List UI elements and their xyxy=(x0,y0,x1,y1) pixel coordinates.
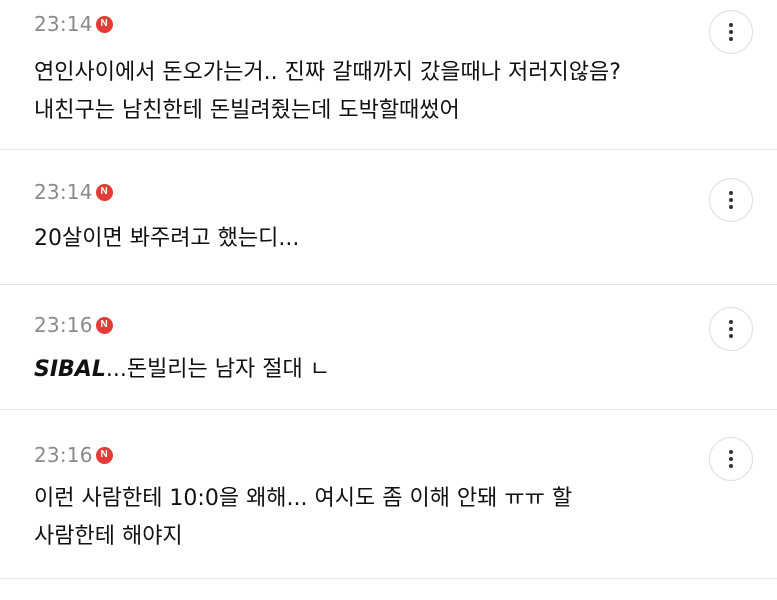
comment-text-rest: ...돈빌리는 남자 절대 ㄴ xyxy=(105,357,330,382)
more-vertical-icon xyxy=(729,191,733,209)
comment-meta: 23:16 N xyxy=(34,314,113,336)
more-vertical-icon xyxy=(729,450,733,468)
new-badge-icon: N xyxy=(95,15,113,33)
comment-text-line: 내친구는 남친한테 돈빌려줬는데 도박할때썼어 xyxy=(34,98,460,123)
comment-text-line: 20살이면 봐주려고 했는디... xyxy=(34,226,300,251)
new-badge-icon: N xyxy=(95,316,113,334)
more-options-button[interactable] xyxy=(709,10,753,54)
more-options-button[interactable] xyxy=(709,437,753,481)
comment-time: 23:16 xyxy=(34,313,93,337)
comment-text-line: 연인사이에서 돈오가는거.. 진짜 갈때까지 갔을때나 저러지않음? xyxy=(34,60,621,85)
comment-meta: 23:14 N xyxy=(34,13,113,35)
more-vertical-icon xyxy=(729,23,733,41)
comment-meta: 23:14 N xyxy=(34,181,113,203)
comment-text-line: 이런 사람한테 10:0을 왜해... 여시도 좀 이해 안돼 ㅠㅠ 할 xyxy=(34,486,573,511)
comment-time: 23:14 xyxy=(34,12,93,36)
more-vertical-icon xyxy=(729,320,733,338)
comment-meta: 23:16 N xyxy=(34,444,113,466)
comment-text-line: 사람한테 해야지 xyxy=(34,524,183,549)
comment-text-line: SIBAL...돈빌리는 남자 절대 ㄴ xyxy=(34,351,330,389)
comment-item: 23:16 N SIBAL...돈빌리는 남자 절대 ㄴ xyxy=(0,285,777,409)
comment-item: 23:16 N 이런 사람한테 10:0을 왜해... 여시도 좀 이해 안돼 … xyxy=(0,410,777,578)
more-options-button[interactable] xyxy=(709,178,753,222)
comment-emphasis: SIBAL xyxy=(34,357,106,382)
comment-time: 23:14 xyxy=(34,180,93,204)
new-badge-icon: N xyxy=(95,446,113,464)
comment-time: 23:16 xyxy=(34,443,93,467)
comment-item: 23:14 N 20살이면 봐주려고 했는디... xyxy=(0,150,777,284)
more-options-button[interactable] xyxy=(709,307,753,351)
comment-item: 23:14 N 연인사이에서 돈오가는거.. 진짜 갈때까지 갔을때나 저러지않… xyxy=(0,0,777,149)
new-badge-icon: N xyxy=(95,183,113,201)
divider xyxy=(0,578,777,579)
